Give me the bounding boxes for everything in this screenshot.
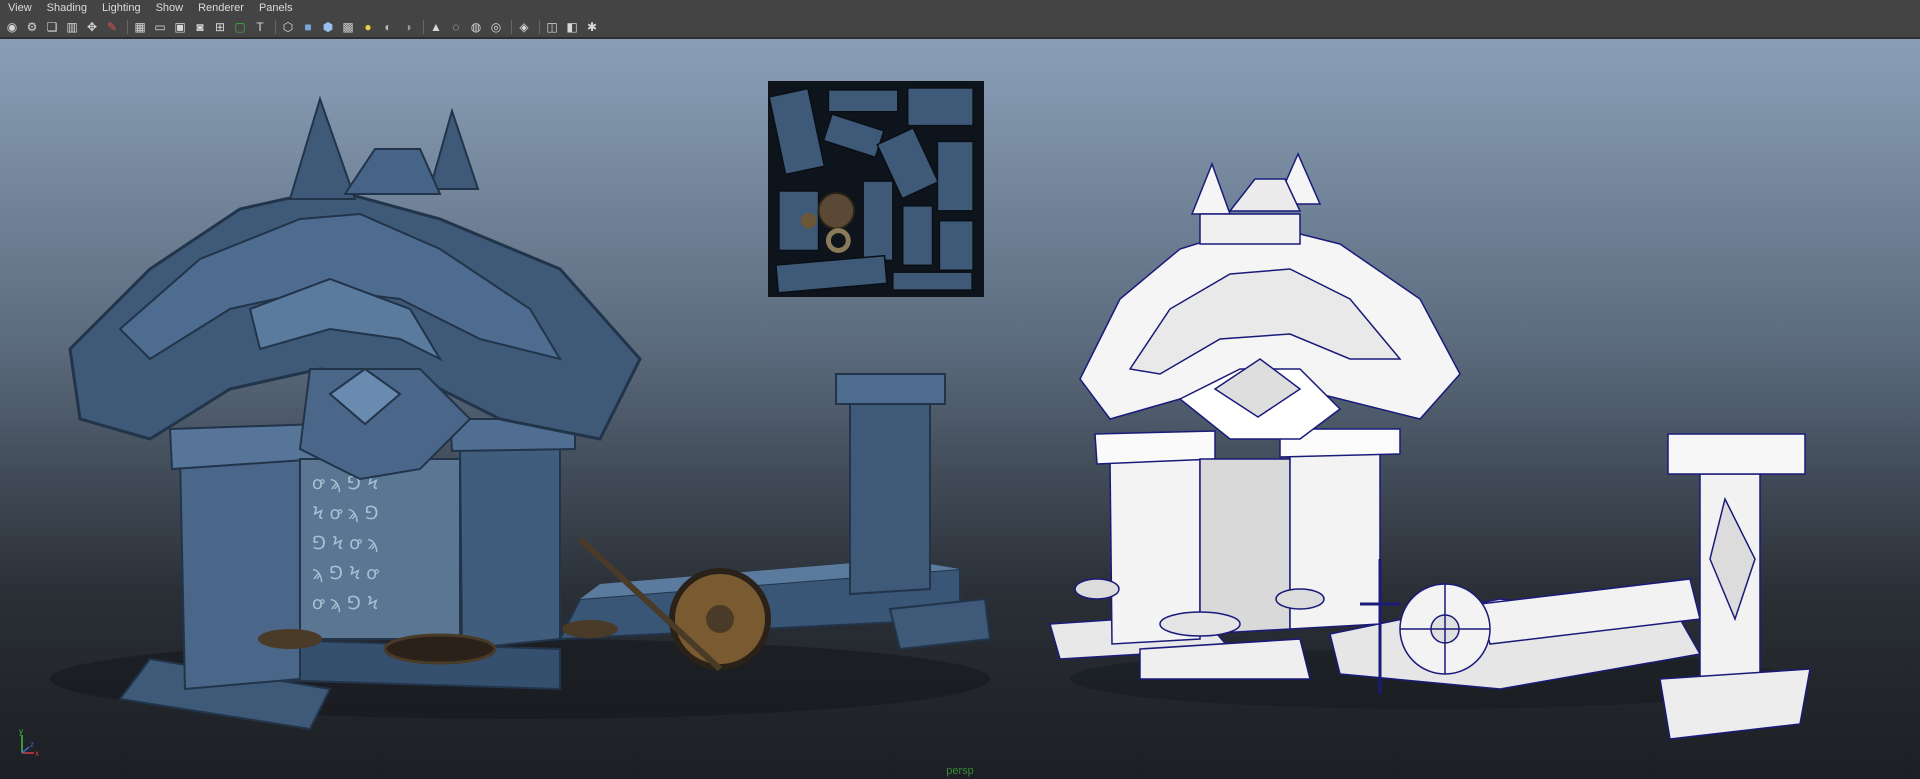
menu-lighting[interactable]: Lighting [94, 0, 148, 16]
smooth-shade-icon[interactable]: ■ [300, 19, 316, 35]
image-plane-icon[interactable]: ▥ [64, 19, 80, 35]
wireframe-icon[interactable]: ⬡ [280, 19, 296, 35]
toolbar-separator [508, 19, 514, 35]
textured-icon[interactable]: ▩ [340, 19, 356, 35]
svg-text:ꝍ ϡ ⅁ Ϟ: ꝍ ϡ ⅁ Ϟ [312, 593, 378, 614]
axis-x-label: x [35, 749, 39, 758]
safe-title-icon[interactable]: T [252, 19, 268, 35]
menu-show[interactable]: Show [148, 0, 191, 16]
svg-text:Ϟ ꝍ ϡ ⅁: Ϟ ꝍ ϡ ⅁ [312, 503, 378, 524]
axis-indicator: y x z [19, 729, 39, 758]
axis-z-label: z [30, 740, 34, 749]
svg-text:ϡ ⅁ Ϟ ꝍ: ϡ ⅁ Ϟ ꝍ [312, 563, 379, 584]
resolution-gate-icon[interactable]: ▣ [172, 19, 188, 35]
viewport-menubar: View Shading Lighting Show Renderer Pane… [0, 0, 1920, 16]
viewport-toolbar: ◉ ⚙ ❏ ▥ ✥ ✎ ▦ ▭ ▣ ◙ ⊞ ▢ T ⬡ ■ ⬢ ▩ ● ◐ ◑ ▲ ◌ ◍ ◎ ◈ ◫ ◧ ✱ [0, 16, 1920, 38]
menu-shading[interactable]: Shading [39, 0, 94, 16]
gate-mask-icon[interactable]: ◙ [192, 19, 208, 35]
menu-view[interactable]: View [0, 0, 39, 16]
svg-text:⅁ Ϟ ꝍ ϡ: ⅁ Ϟ ꝍ ϡ [312, 533, 378, 554]
2d-pan-zoom-icon[interactable]: ✥ [84, 19, 100, 35]
menu-panels[interactable]: Panels [251, 0, 300, 16]
shadows-icon[interactable]: ◐ [380, 19, 396, 35]
use-all-lights-icon[interactable]: ● [360, 19, 376, 35]
isolate-select-icon[interactable]: ▲ [428, 19, 444, 35]
screen-space-ao-icon[interactable]: ◑ [400, 19, 416, 35]
menu-renderer[interactable]: Renderer [190, 0, 251, 16]
default-material-icon[interactable]: ⬢ [320, 19, 336, 35]
viewport-layout-icon[interactable]: ◫ [544, 19, 560, 35]
bookmarks-icon[interactable]: ❏ [44, 19, 60, 35]
toolbar-separator [124, 19, 130, 35]
uv-texture-swatch[interactable] [768, 81, 984, 297]
xray-icon[interactable]: ◌ [448, 19, 464, 35]
xray-components-icon[interactable]: ◎ [488, 19, 504, 35]
select-camera-icon[interactable]: ◉ [4, 19, 20, 35]
xray-joints-icon[interactable]: ◍ [468, 19, 484, 35]
safe-action-icon[interactable]: ▢ [232, 19, 248, 35]
field-chart-icon[interactable]: ⊞ [212, 19, 228, 35]
untextured-wireframe-model[interactable] [1049, 152, 1811, 740]
toolbar-separator [536, 19, 542, 35]
toolbar-separator [272, 19, 278, 35]
node-editor-icon[interactable]: ✱ [584, 19, 600, 35]
grease-pencil-icon[interactable]: ✎ [104, 19, 120, 35]
camera-attributes-icon[interactable]: ⚙ [24, 19, 40, 35]
axis-y-label: y [19, 729, 23, 736]
ui-shading-icon[interactable]: ◈ [516, 19, 532, 35]
camera-name-label: persp [946, 765, 974, 777]
film-gate-icon[interactable]: ▭ [152, 19, 168, 35]
grid-icon[interactable]: ▦ [132, 19, 148, 35]
two-panel-icon[interactable]: ◧ [564, 19, 580, 35]
toolbar-separator [420, 19, 426, 35]
3d-viewport[interactable]: ꝍ ϡ ⅁ Ϟ Ϟ ꝍ ϡ ⅁ ⅁ Ϟ ꝍ ϡ ϡ ⅁ Ϟ ꝍ ꝍ ϡ ⅁ Ϟ [0, 39, 1920, 779]
